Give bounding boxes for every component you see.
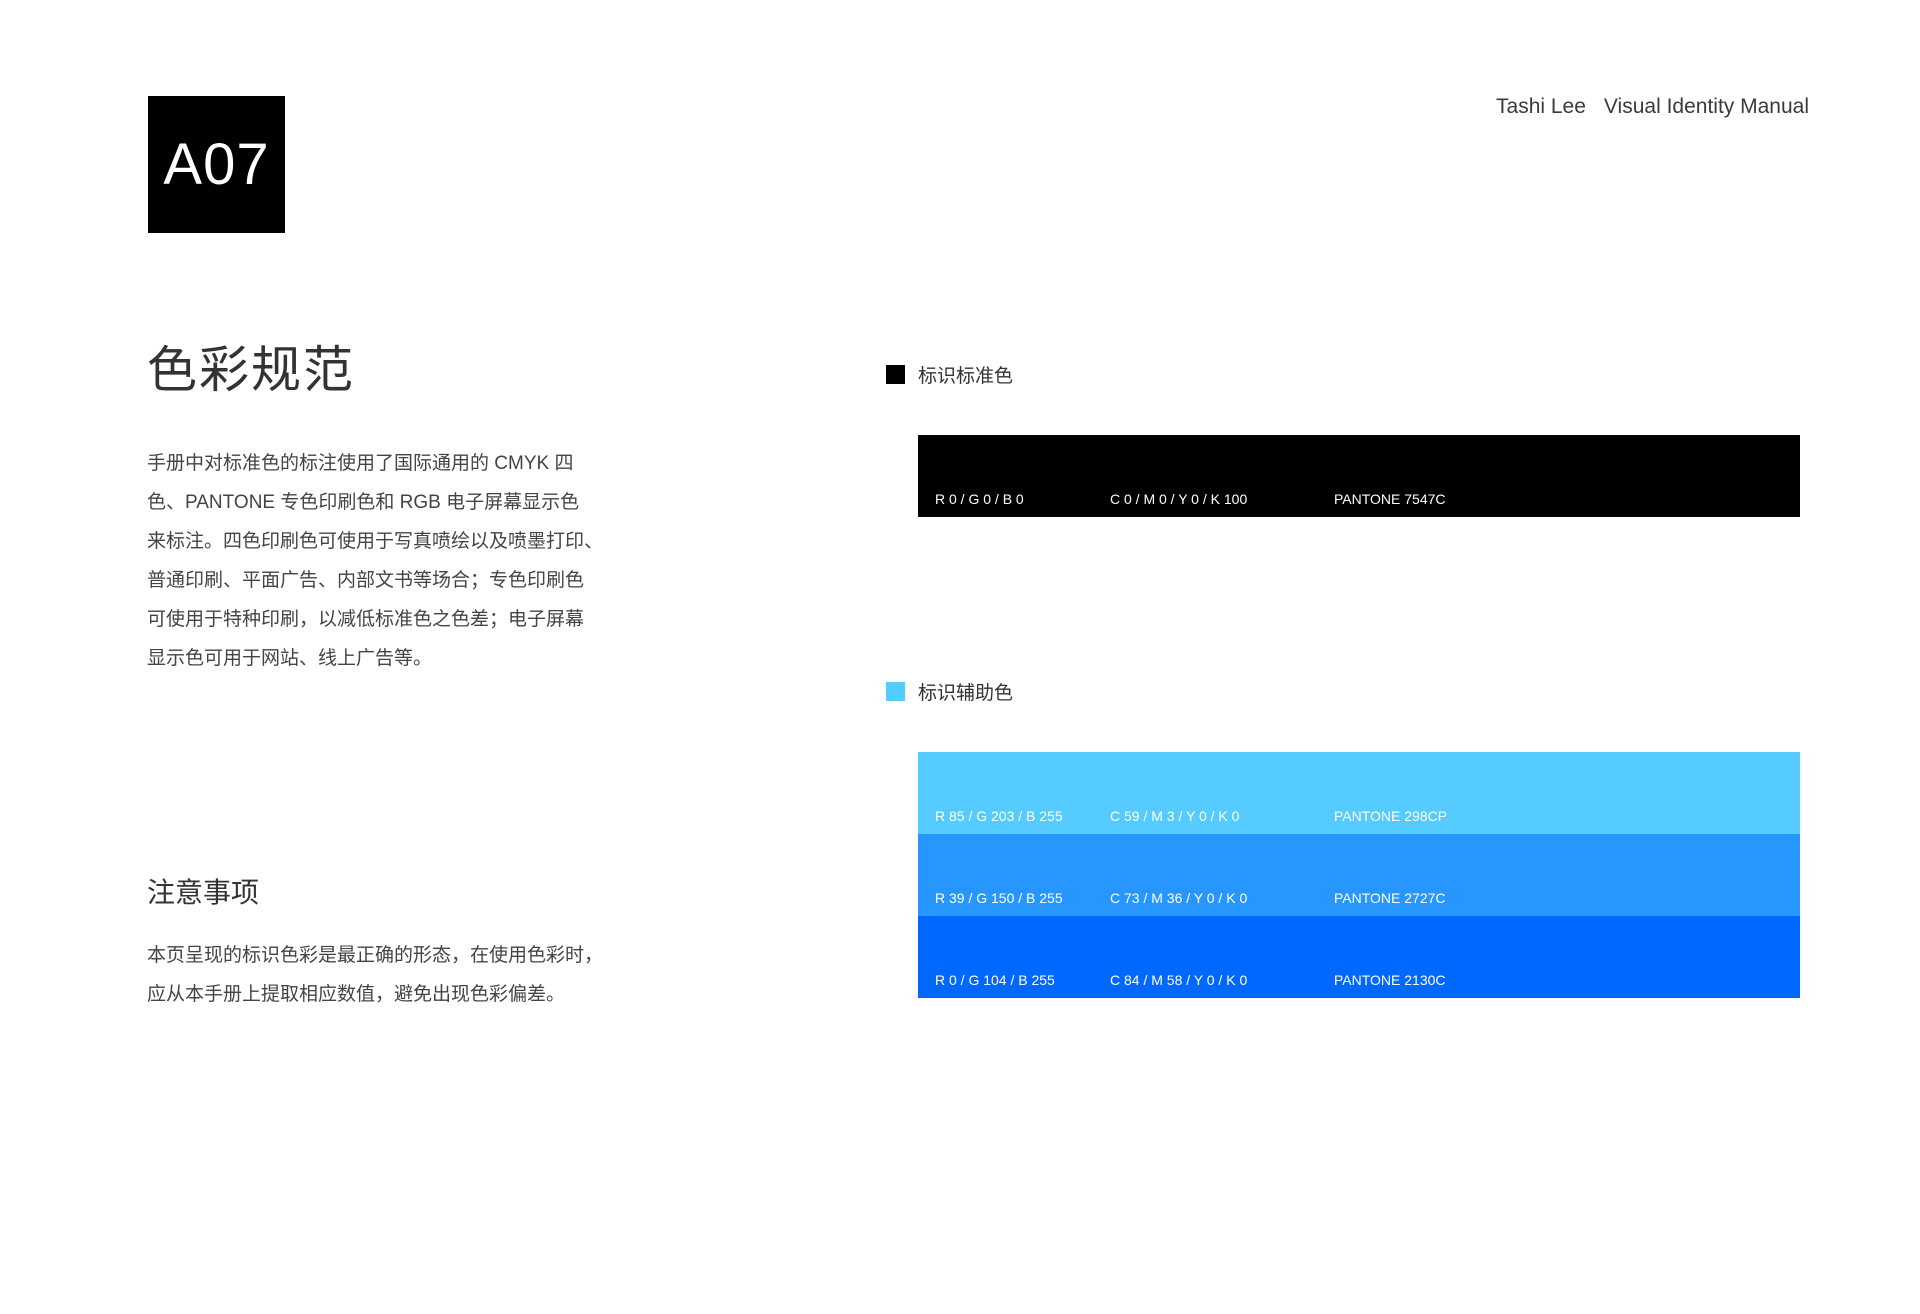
standard-swatch-group: R 0 / G 0 / B 0 C 0 / M 0 / Y 0 / K 100 … bbox=[918, 435, 1800, 517]
manual-title: Visual Identity Manual bbox=[1603, 95, 1809, 118]
standard-color-marker bbox=[886, 365, 905, 384]
page-code-badge: A07 bbox=[148, 96, 285, 233]
auxiliary-swatch-dark: R 0 / G 104 / B 255 C 84 / M 58 / Y 0 / … bbox=[918, 916, 1800, 998]
page-code-text: A07 bbox=[163, 132, 270, 197]
notes-paragraph: 本页呈现的标识色彩是最正确的形态，在使用色彩时， 应从本手册上提取相应数值，避免… bbox=[147, 936, 647, 1014]
intro-paragraph: 手册中对标准色的标注使用了国际通用的 CMYK 四 色、PANTONE 专色印刷… bbox=[147, 444, 637, 678]
intro-line: 来标注。四色印刷色可使用于写真喷绘以及喷墨打印、 bbox=[147, 531, 604, 552]
swatch-cmyk-value: C 0 / M 0 / Y 0 / K 100 bbox=[1110, 491, 1248, 507]
swatch-rgb-value: R 39 / G 150 / B 255 bbox=[935, 890, 1063, 906]
page-title: 色彩规范 bbox=[147, 342, 355, 398]
swatch-pantone-value: PANTONE 298CP bbox=[1334, 808, 1448, 824]
swatch-cmyk-value: C 59 / M 3 / Y 0 / K 0 bbox=[1110, 808, 1240, 824]
auxiliary-swatch-group: R 85 / G 203 / B 255 C 59 / M 3 / Y 0 / … bbox=[918, 752, 1800, 998]
header-brand: Tashi Lee Visual Identity Manual bbox=[1496, 95, 1809, 119]
swatch-rgb-value: R 85 / G 203 / B 255 bbox=[935, 808, 1063, 824]
notes-title: 注意事项 bbox=[147, 877, 260, 908]
intro-line: 普通印刷、平面广告、内部文书等场合；专色印刷色 bbox=[147, 570, 585, 591]
swatch-pantone-value: PANTONE 2727C bbox=[1334, 890, 1446, 906]
swatch-rgb-value: R 0 / G 0 / B 0 bbox=[935, 491, 1024, 507]
intro-line: 色、PANTONE 专色印刷色和 RGB 电子屏幕显示色 bbox=[147, 492, 580, 513]
intro-line: 显示色可用于网站、线上广告等。 bbox=[147, 648, 433, 669]
auxiliary-color-label-text: 标识辅助色 bbox=[918, 683, 1014, 704]
notes-line: 应从本手册上提取相应数值，避免出现色彩偏差。 bbox=[147, 984, 566, 1005]
standard-color-label: 标识标准色 bbox=[886, 361, 1013, 388]
brand-name: Tashi Lee bbox=[1496, 95, 1586, 118]
swatch-cmyk-value: C 84 / M 58 / Y 0 / K 0 bbox=[1110, 972, 1248, 988]
auxiliary-swatch-light: R 85 / G 203 / B 255 C 59 / M 3 / Y 0 / … bbox=[918, 752, 1800, 834]
notes-line: 本页呈现的标识色彩是最正确的形态，在使用色彩时， bbox=[147, 945, 604, 966]
standard-color-label-text: 标识标准色 bbox=[918, 366, 1014, 387]
swatch-cmyk-value: C 73 / M 36 / Y 0 / K 0 bbox=[1110, 890, 1248, 906]
swatch-rgb-value: R 0 / G 104 / B 255 bbox=[935, 972, 1055, 988]
swatch-pantone-value: PANTONE 7547C bbox=[1334, 491, 1446, 507]
auxiliary-swatch-medium: R 39 / G 150 / B 255 C 73 / M 36 / Y 0 /… bbox=[918, 834, 1800, 916]
swatch-pantone-value: PANTONE 2130C bbox=[1334, 972, 1446, 988]
auxiliary-color-marker bbox=[886, 682, 905, 701]
standard-swatch: R 0 / G 0 / B 0 C 0 / M 0 / Y 0 / K 100 … bbox=[918, 435, 1800, 517]
auxiliary-color-label: 标识辅助色 bbox=[886, 678, 1013, 705]
intro-line: 可使用于特种印刷，以减低标准色之色差；电子屏幕 bbox=[147, 609, 585, 630]
intro-line: 手册中对标准色的标注使用了国际通用的 CMYK 四 bbox=[147, 453, 574, 474]
